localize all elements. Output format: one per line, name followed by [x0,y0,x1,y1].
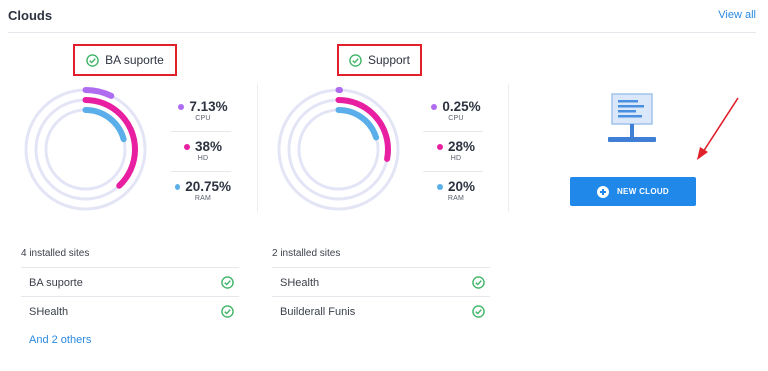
check-circle-icon [349,53,362,67]
hd-metric: 38% HD [175,139,231,162]
hd-dot-icon [183,143,190,150]
metric-divider [423,131,483,132]
list-item[interactable]: Builderall Funis [272,296,490,325]
cloud-name-label: BA suporte [105,53,164,67]
and-others-link[interactable]: And 2 others [29,334,91,346]
page-title: Clouds [8,8,53,23]
hd-label: HD [197,155,209,162]
installed-sites-label: 2 installed sites [272,248,341,259]
new-cloud-button-label: NEW CLOUD [616,187,670,196]
view-all-link[interactable]: View all [718,9,756,21]
metric-divider [171,171,231,172]
cpu-label: CPU [448,115,464,122]
cpu-metric: 7.13% CPU [175,99,231,122]
usage-rings-chart [276,87,401,212]
annotation-arrow-icon [697,97,739,160]
column-divider [508,84,509,212]
check-circle-icon [221,305,234,318]
ram-value: 20.75% [185,179,231,194]
cloud-name-label: Support [367,53,411,67]
clouds-header: Clouds View all [8,0,756,33]
cloud-title-ba-suporte[interactable]: BA suporte [73,44,177,76]
metric-divider [423,171,483,172]
plus-circle-icon [596,185,609,198]
ram-label: RAM [447,195,465,202]
list-item[interactable]: BA suporte [21,267,239,296]
ram-dot-icon [436,183,443,190]
column-divider [257,84,258,212]
site-name: BA suporte [29,277,83,289]
cpu-metric: 0.25% CPU [428,99,484,122]
cloud-title-support[interactable]: Support [337,44,422,76]
hd-metric: 28% HD [428,139,484,162]
site-list: BA suporte SHealth [21,267,239,325]
hd-value: 38% [194,139,223,154]
hd-label: HD [450,155,462,162]
check-circle-icon [221,276,234,289]
cpu-dot-icon [178,103,185,110]
ram-metric: 20.75% RAM [175,179,231,202]
site-name: SHealth [29,306,69,318]
new-cloud-button[interactable]: NEW CLOUD [570,177,696,206]
ram-dot-icon [175,183,181,190]
cpu-value: 7.13% [189,99,228,114]
site-name: SHealth [280,277,320,289]
hd-dot-icon [436,143,443,150]
site-list: SHealth Builderall Funis [272,267,490,325]
ram-value: 20% [447,179,476,194]
site-name: Builderall Funis [280,306,356,318]
ram-label: RAM [194,195,212,202]
check-circle-icon [86,53,99,67]
cpu-dot-icon [431,103,438,110]
ram-metric: 20% RAM [428,179,484,202]
cpu-value: 0.25% [442,99,481,114]
usage-rings-chart [23,87,148,212]
metric-divider [171,131,231,132]
hd-value: 28% [447,139,476,154]
check-circle-icon [472,276,485,289]
server-icon [608,93,656,142]
list-item[interactable]: SHealth [21,296,239,325]
check-circle-icon [472,305,485,318]
list-item[interactable]: SHealth [272,267,490,296]
cpu-label: CPU [195,115,211,122]
installed-sites-label: 4 installed sites [21,248,90,259]
